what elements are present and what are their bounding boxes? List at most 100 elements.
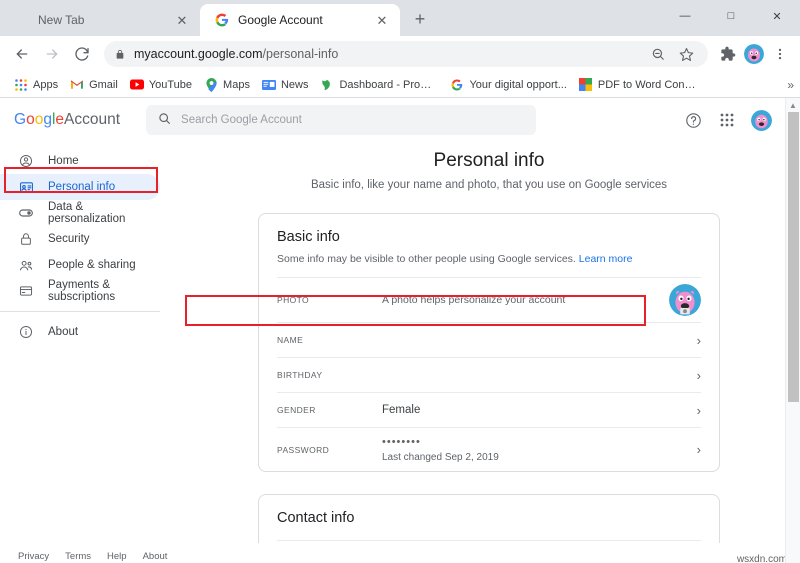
sidebar-item-about[interactable]: About: [0, 319, 160, 345]
bookmarks-overflow-button[interactable]: »: [787, 78, 794, 92]
puzzle-piece-icon[interactable]: [716, 42, 740, 66]
chevron-right-icon[interactable]: ›: [683, 442, 701, 457]
sidebar-item-label: Payments & subscriptions: [48, 279, 116, 303]
bookmark-youtube[interactable]: YouTube: [124, 76, 198, 94]
sidebar-item-label: People & sharing: [48, 259, 136, 271]
row-photo[interactable]: PHOTO A photo helps personalize your acc…: [277, 277, 701, 322]
bookmark-label: PDF to Word Conve...: [597, 78, 697, 91]
sidebar: Home Personal info Data & personalizatio…: [0, 142, 178, 563]
pdf-converter-icon: [579, 78, 593, 92]
chevron-right-icon[interactable]: ›: [683, 403, 701, 418]
google-g-icon: [450, 78, 464, 92]
basic-info-card: Basic info Some info may be visible to o…: [258, 213, 720, 472]
footer: Privacy Terms Help About: [0, 543, 800, 563]
search-placeholder: Search Google Account: [181, 114, 302, 126]
footer-link-privacy[interactable]: Privacy: [18, 551, 49, 562]
minimize-button[interactable]: —: [662, 0, 708, 32]
card-description-text: Some info may be visible to other people…: [277, 253, 576, 265]
bookmark-gmail[interactable]: Gmail: [64, 76, 124, 94]
chevron-right-icon[interactable]: ›: [683, 333, 701, 348]
sidebar-item-security[interactable]: Security: [0, 226, 160, 252]
sidebar-item-data-personalization[interactable]: Data & personalization: [0, 200, 160, 226]
address-bar-url: myaccount.google.com/personal-info: [134, 47, 338, 61]
sidebar-item-home[interactable]: Home: [0, 148, 160, 174]
window-controls: — □ ✕: [662, 0, 800, 32]
row-label: GENDER: [277, 405, 316, 415]
url-path: /personal-info: [262, 47, 339, 61]
card-title: Contact info: [277, 510, 355, 526]
browser-tab-new-tab[interactable]: New Tab ✕: [0, 4, 200, 36]
avatar[interactable]: [751, 109, 772, 131]
lock-icon: [18, 231, 34, 247]
learn-more-link[interactable]: Learn more: [579, 253, 633, 265]
password-last-changed: Last changed Sep 2, 2019: [382, 452, 499, 463]
bookmark-dashboard-prose[interactable]: Dashboard - ProSe...: [314, 76, 444, 94]
page-scrollbar[interactable]: ▲: [785, 98, 800, 563]
close-window-button[interactable]: ✕: [754, 0, 800, 32]
star-icon[interactable]: [674, 42, 698, 66]
close-icon[interactable]: ✕: [374, 12, 390, 28]
help-circle-icon[interactable]: [683, 110, 703, 130]
apps-grid-icon[interactable]: [717, 110, 737, 130]
apps-grid-icon: [14, 78, 28, 92]
row-gender[interactable]: GENDER Female ›: [277, 392, 701, 427]
row-password[interactable]: PASSWORD •••••••• Last changed Sep 2, 20…: [277, 427, 701, 471]
scrollbar-thumb[interactable]: [788, 112, 799, 402]
maximize-button[interactable]: □: [708, 0, 754, 32]
bookmark-pdf-to-word-converter[interactable]: PDF to Word Conve...: [573, 76, 703, 94]
row-label: PHOTO: [277, 295, 310, 305]
watermark-text: wsxdn.com: [736, 554, 787, 563]
avatar: [744, 44, 764, 64]
profile-photo[interactable]: [669, 284, 701, 316]
home-person-icon: [18, 153, 34, 169]
bookmark-maps[interactable]: Maps: [198, 76, 256, 94]
bookmark-your-digital-opportunity[interactable]: Your digital opport...: [444, 76, 572, 94]
google-account-logo[interactable]: GoogleAccount: [14, 111, 120, 129]
tab-title: Google Account: [238, 13, 323, 27]
tab-title: New Tab: [38, 13, 85, 27]
scrollbar-up-arrow[interactable]: ▲: [786, 98, 800, 112]
three-dot-menu-icon[interactable]: [768, 42, 792, 66]
sidebar-item-label: Personal info: [48, 181, 116, 193]
tab-favicon-blank: [14, 12, 30, 28]
reload-icon[interactable]: [68, 40, 96, 68]
lock-icon: [114, 48, 126, 60]
chevron-right-icon[interactable]: ›: [683, 368, 701, 383]
watermark: wsxdn.com▾: [737, 554, 792, 563]
prose-icon: [320, 78, 334, 92]
google-account-header: GoogleAccount Search Google Account: [0, 98, 800, 142]
bookmark-label: Apps: [33, 78, 59, 91]
sidebar-item-payments-subscriptions[interactable]: Payments & subscriptions: [0, 278, 160, 304]
page-subtitle: Basic info, like your name and photo, th…: [310, 179, 668, 191]
row-label: NAME: [277, 335, 304, 345]
browser-toolbar: myaccount.google.com/personal-info: [0, 36, 800, 72]
bookmark-label: YouTube: [148, 78, 193, 91]
bookmark-apps[interactable]: Apps: [8, 76, 64, 94]
profile-avatar-icon[interactable]: [742, 42, 766, 66]
close-icon[interactable]: ✕: [174, 12, 190, 28]
bookmarks-bar: Apps Gmail YouTube Maps News Dashboard -…: [0, 72, 800, 98]
youtube-icon: [129, 78, 144, 92]
logo-letter-g2: g: [43, 111, 52, 128]
sidebar-item-label: Security: [48, 233, 90, 245]
browser-tab-google-account[interactable]: Google Account ✕: [200, 4, 400, 36]
footer-link-terms[interactable]: Terms: [65, 551, 91, 562]
footer-link-about[interactable]: About: [143, 551, 168, 562]
bookmark-news[interactable]: News: [256, 76, 315, 94]
forward-icon[interactable]: [38, 40, 66, 68]
row-birthday[interactable]: BIRTHDAY ›: [277, 357, 701, 392]
footer-link-help[interactable]: Help: [107, 551, 127, 562]
address-bar[interactable]: myaccount.google.com/personal-info: [104, 41, 708, 67]
sidebar-divider: [0, 311, 160, 312]
card-title: Basic info: [277, 229, 340, 245]
new-tab-button[interactable]: +: [406, 5, 434, 33]
info-circle-icon: [18, 324, 34, 340]
search-input[interactable]: Search Google Account: [146, 105, 537, 135]
back-icon[interactable]: [8, 40, 36, 68]
row-name[interactable]: NAME ›: [277, 322, 701, 357]
row-label: PASSWORD: [277, 444, 330, 455]
sidebar-item-people-sharing[interactable]: People & sharing: [0, 252, 160, 278]
sidebar-item-label: About: [48, 326, 79, 338]
zoom-out-icon[interactable]: [646, 42, 670, 66]
sidebar-item-personal-info[interactable]: Personal info: [0, 174, 160, 200]
